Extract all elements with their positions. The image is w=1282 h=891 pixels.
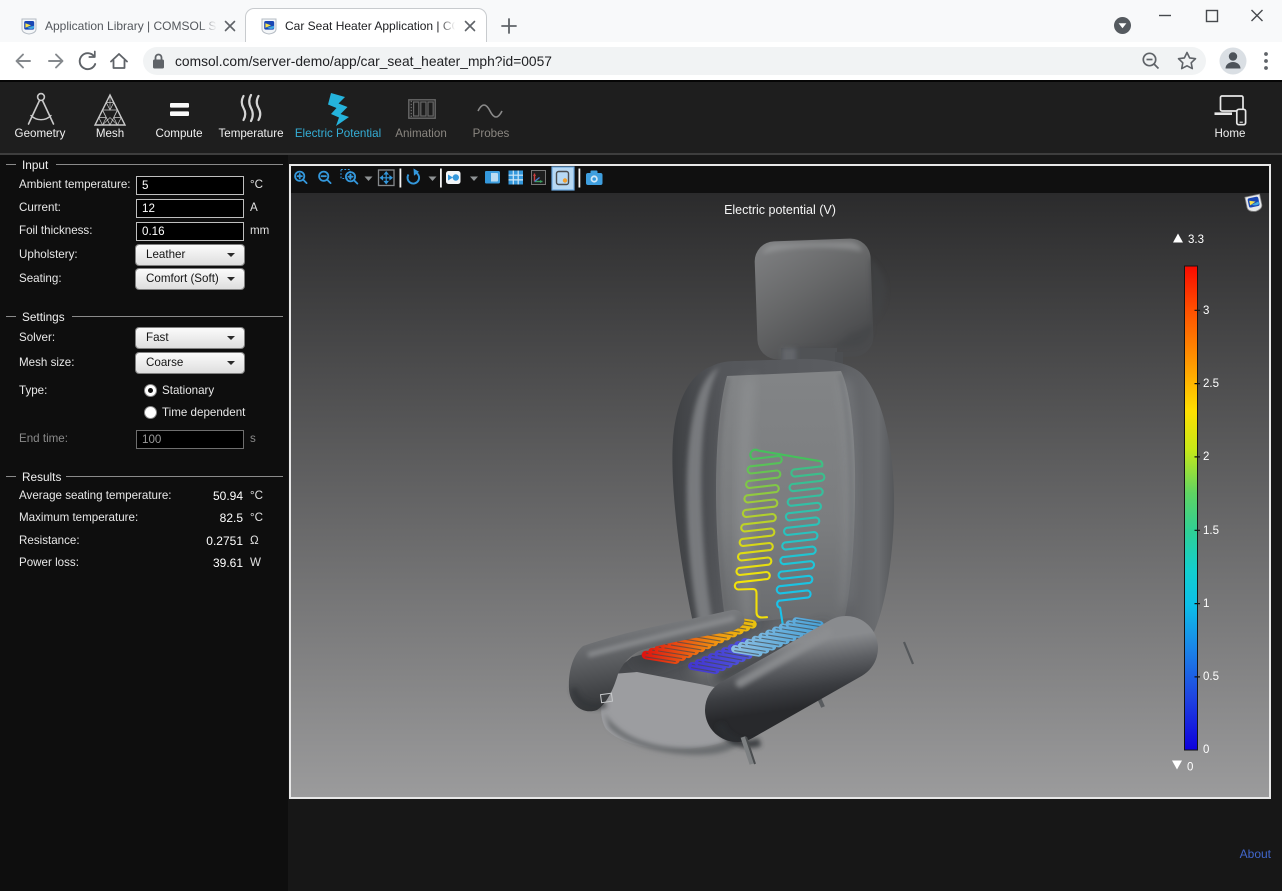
svg-text:2: 2 xyxy=(1203,451,1209,463)
svg-text:0: 0 xyxy=(1187,762,1193,774)
svg-text:3: 3 xyxy=(1203,305,1209,317)
svg-text:1: 1 xyxy=(1203,598,1209,610)
svg-text:0: 0 xyxy=(1203,744,1209,756)
svg-text:1.5: 1.5 xyxy=(1203,525,1219,537)
svg-text:0.5: 0.5 xyxy=(1203,671,1219,683)
svg-text:2.5: 2.5 xyxy=(1203,378,1219,390)
svg-text:3.3: 3.3 xyxy=(1188,234,1204,246)
